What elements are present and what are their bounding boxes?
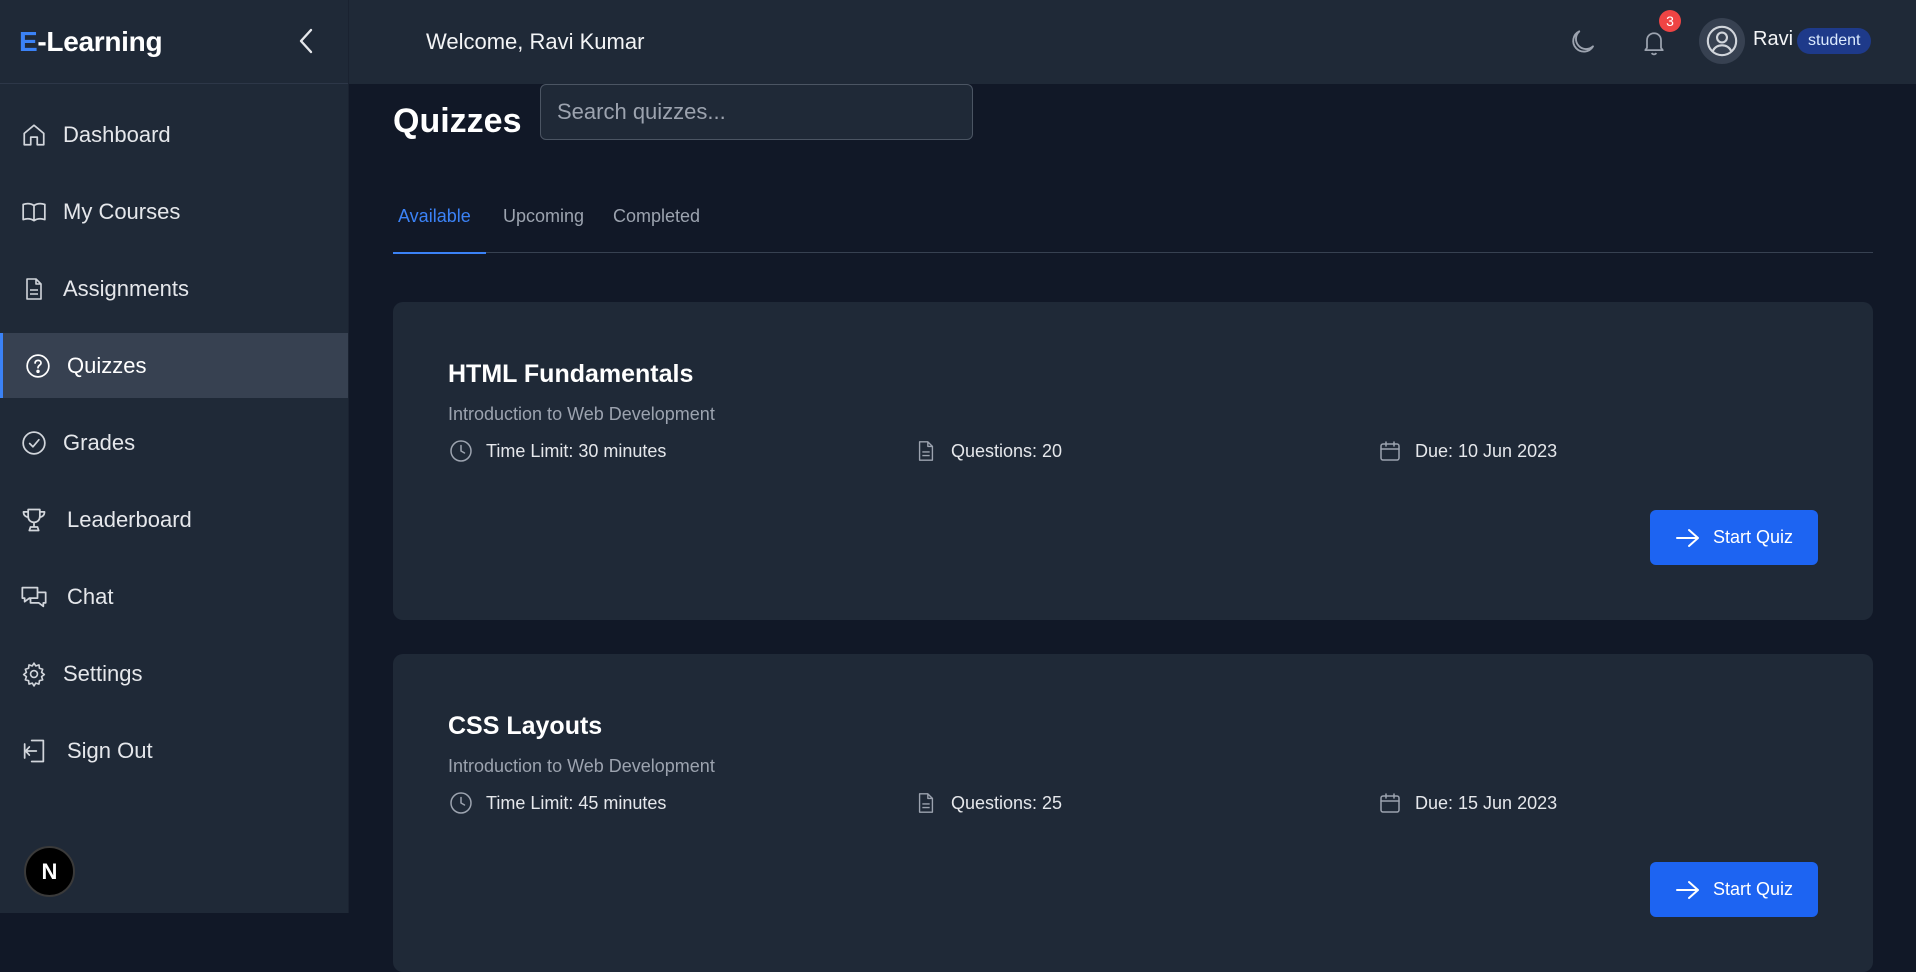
- sidebar-item-sign-out[interactable]: Sign Out: [0, 718, 348, 783]
- questions-text: Questions: 25: [951, 792, 1063, 813]
- chat-icon: [20, 583, 48, 611]
- quiz-questions: Questions: 25: [913, 790, 1062, 816]
- quiz-card: CSS Layouts Introduction to Web Developm…: [393, 654, 1873, 972]
- start-quiz-label: Start Quiz: [1712, 527, 1794, 547]
- search-input[interactable]: [540, 84, 973, 140]
- arrow-right-icon: [1675, 527, 1701, 549]
- quiz-due-date: Due: 15 Jun 2023: [1377, 790, 1557, 816]
- document-icon: [20, 275, 48, 303]
- sidebar-item-leaderboard[interactable]: Leaderboard: [0, 487, 348, 552]
- moon-icon: [1572, 30, 1594, 53]
- sidebar-item-my-courses[interactable]: My Courses: [0, 179, 348, 244]
- sign-out-icon: [20, 737, 48, 765]
- sidebar-item-assignments[interactable]: Assignments: [0, 256, 348, 321]
- bell-icon: [1644, 32, 1664, 56]
- sidebar-item-dashboard[interactable]: Dashboard: [0, 102, 348, 167]
- role-badge: student: [1797, 28, 1872, 54]
- document-icon: [913, 790, 939, 816]
- due-text: Due: 10 Jun 2023: [1415, 440, 1558, 461]
- top-bar: Welcome, Ravi Kumar 3 Ravi student: [349, 0, 1916, 84]
- sidebar-item-quizzes[interactable]: Quizzes: [0, 333, 348, 398]
- check-circle-icon: [20, 429, 48, 457]
- quiz-questions: Questions: 20: [913, 438, 1062, 464]
- avatar[interactable]: [1699, 18, 1745, 64]
- app-logo[interactable]: E-Learning: [19, 25, 163, 58]
- trophy-icon: [20, 506, 48, 534]
- quiz-course: Introduction to Web Development: [448, 404, 715, 424]
- tab-available[interactable]: Available: [393, 196, 486, 254]
- document-icon: [913, 438, 939, 464]
- quiz-title: HTML Fundamentals: [448, 360, 694, 388]
- questions-text: Questions: 20: [951, 440, 1063, 461]
- quiz-title: CSS Layouts: [448, 712, 603, 740]
- start-quiz-label: Start Quiz: [1712, 879, 1794, 899]
- due-text: Due: 15 Jun 2023: [1415, 792, 1558, 813]
- start-quiz-button[interactable]: Start Quiz: [1650, 510, 1818, 565]
- quiz-card: HTML Fundamentals Introduction to Web De…: [393, 302, 1873, 620]
- sidebar-item-label: Grades: [63, 429, 136, 455]
- calendar-icon: [1377, 438, 1403, 464]
- username: Ravi: [1753, 28, 1794, 50]
- gear-icon: [20, 660, 48, 688]
- clock-icon: [448, 438, 474, 464]
- sidebar-item-settings[interactable]: Settings: [0, 641, 348, 706]
- arrow-right-icon: [1675, 879, 1701, 901]
- start-quiz-button[interactable]: Start Quiz: [1650, 862, 1818, 917]
- sidebar-item-label: My Courses: [63, 198, 181, 224]
- sidebar-item-label: Quizzes: [67, 352, 147, 378]
- logo-accent: E: [19, 25, 38, 57]
- welcome-text: Welcome, Ravi Kumar: [426, 29, 645, 54]
- logo-bar: E-Learning: [0, 0, 348, 84]
- sidebar-item-label: Settings: [63, 660, 143, 686]
- sidebar-item-chat[interactable]: Chat: [0, 564, 348, 629]
- calendar-icon: [1377, 790, 1403, 816]
- time-limit-text: Time Limit: 30 minutes: [486, 440, 667, 461]
- collapse-sidebar-button[interactable]: [292, 24, 320, 58]
- notification-count-badge: 3: [1659, 10, 1681, 32]
- sidebar-item-label: Leaderboard: [67, 506, 192, 532]
- quiz-tabs: Available Upcoming Completed: [393, 196, 1873, 254]
- dark-mode-toggle[interactable]: [1563, 22, 1603, 62]
- book-icon: [20, 198, 48, 226]
- tab-upcoming[interactable]: Upcoming: [503, 196, 606, 253]
- user-circle-icon: [1706, 25, 1738, 57]
- home-icon: [20, 121, 48, 149]
- quiz-time-limit: Time Limit: 45 minutes: [448, 790, 666, 816]
- sidebar-item-grades[interactable]: Grades: [0, 410, 348, 475]
- sidebar-item-label: Dashboard: [63, 121, 171, 147]
- question-circle-icon: [24, 352, 52, 380]
- framework-badge[interactable]: N: [24, 846, 75, 897]
- time-limit-text: Time Limit: 45 minutes: [486, 792, 667, 813]
- clock-icon: [448, 790, 474, 816]
- sidebar: E-Learning Dashboard My Courses Assignme…: [0, 0, 349, 913]
- page-title: Quizzes: [393, 102, 522, 140]
- sidebar-item-label: Sign Out: [67, 737, 153, 763]
- sidebar-item-label: Assignments: [63, 275, 189, 301]
- sidebar-item-label: Chat: [67, 583, 114, 609]
- tab-completed[interactable]: Completed: [613, 196, 700, 253]
- sidebar-nav: Dashboard My Courses Assignments Quizzes…: [0, 102, 348, 783]
- logo-text: -Learning: [37, 25, 163, 57]
- quiz-due-date: Due: 10 Jun 2023: [1377, 438, 1557, 464]
- quiz-time-limit: Time Limit: 30 minutes: [448, 438, 666, 464]
- chevron-left-icon: [299, 28, 313, 54]
- quiz-course: Introduction to Web Development: [448, 756, 715, 776]
